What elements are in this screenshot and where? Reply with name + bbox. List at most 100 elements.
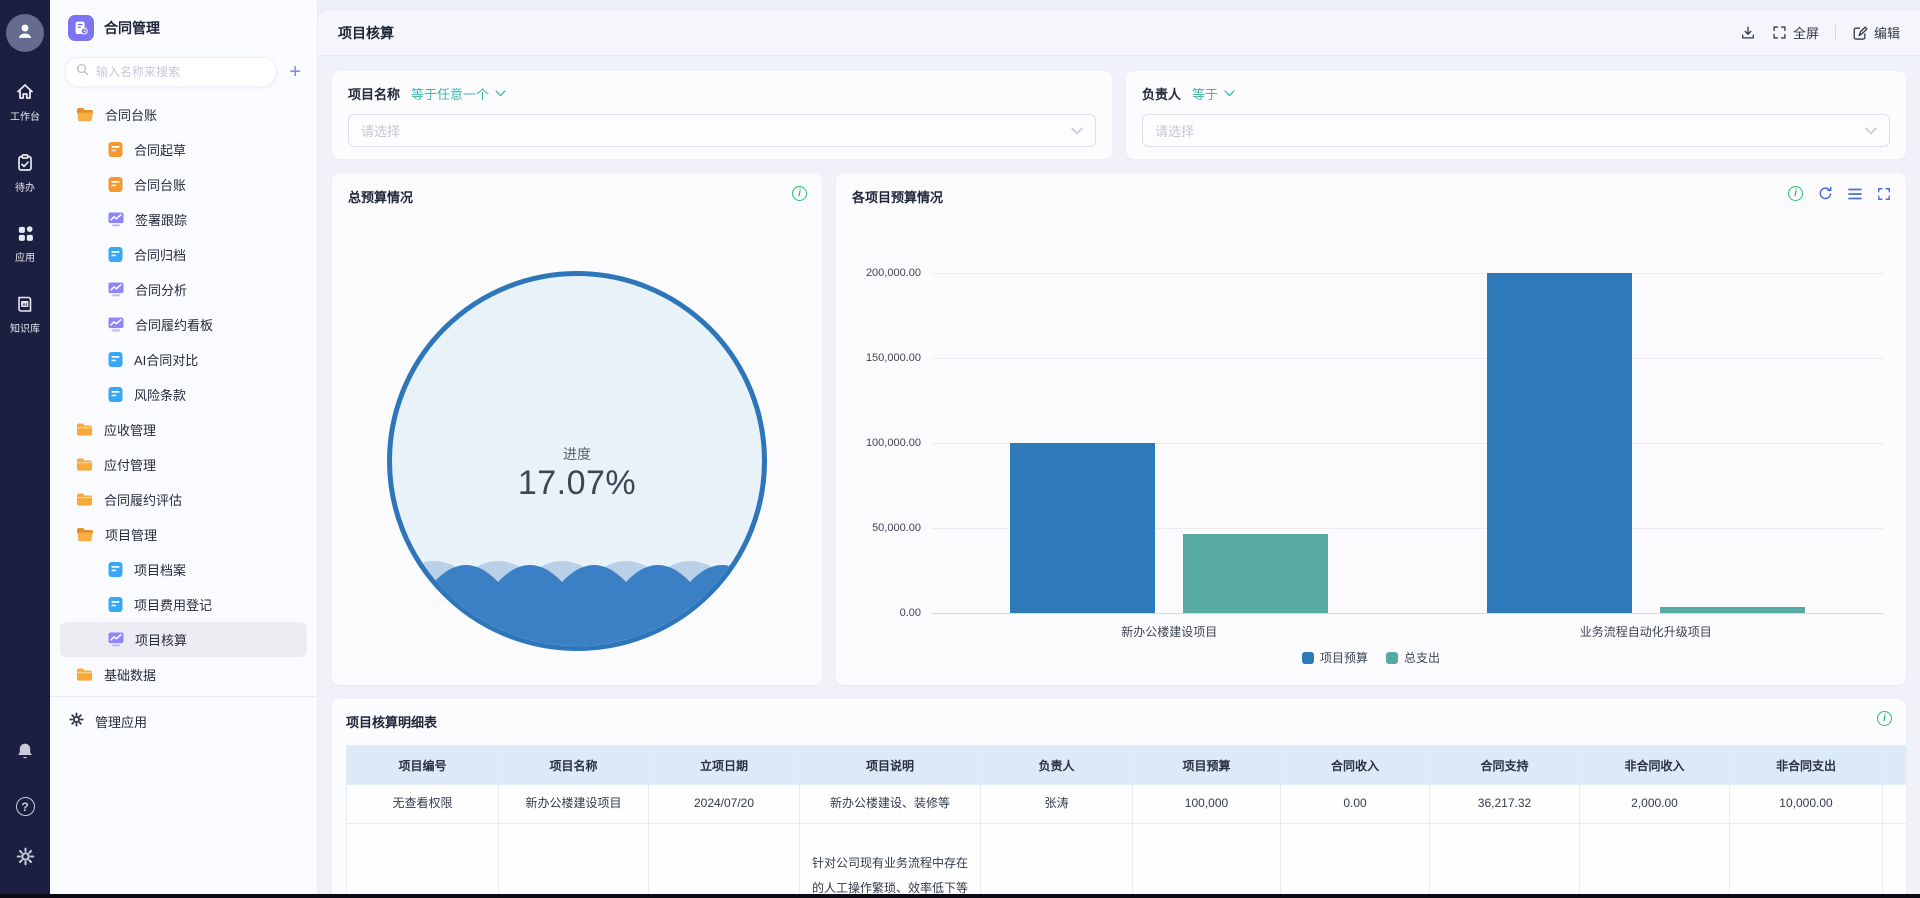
bar-total-expense[interactable] xyxy=(1660,607,1805,613)
folder-open-icon xyxy=(76,107,94,122)
document-icon xyxy=(108,142,123,157)
sidebar-item-label: AI合同对比 xyxy=(134,350,198,369)
sidebar-item-project-management-folder[interactable]: 项目管理 xyxy=(60,517,307,552)
category-label: 业务流程自动化升级项目 xyxy=(1408,623,1885,640)
legend-item-expense[interactable]: 总支出 xyxy=(1386,649,1440,666)
bar-total-expense[interactable] xyxy=(1183,534,1328,613)
rail-item-workbench[interactable]: 工作台 xyxy=(10,82,40,123)
column-header: 项目名称 xyxy=(499,746,649,785)
owner-select[interactable]: 请选择 xyxy=(1142,114,1890,147)
sidebar-search[interactable] xyxy=(64,57,277,87)
column-header: 负责人 xyxy=(981,746,1133,785)
bar-project-budget[interactable] xyxy=(1487,273,1632,613)
table-cell: 张涛 xyxy=(981,785,1133,824)
legend-label: 项目预算 xyxy=(1320,649,1368,666)
rail-item-todo[interactable]: 待办 xyxy=(15,153,35,194)
sidebar-item-signing-tracking[interactable]: 签署跟踪 xyxy=(60,202,307,237)
card-title: 各项目预算情况 xyxy=(852,190,943,205)
sidebar-item-payables-folder[interactable]: 应付管理 xyxy=(60,447,307,482)
sidebar-item-project-archive[interactable]: 项目档案 xyxy=(60,552,307,587)
gear-icon xyxy=(68,711,85,731)
list-icon[interactable] xyxy=(1848,188,1862,200)
accounting-detail-table: 项目编号 项目名称 立项日期 项目说明 负责人 项目预算 合同收入 合同支持 非… xyxy=(346,745,1906,898)
column-header: 非合同支出 xyxy=(1730,746,1883,785)
sidebar-item-project-accounting[interactable]: 项目核算 xyxy=(60,622,307,657)
rail-item-label: 应用 xyxy=(15,249,35,264)
chart-icon xyxy=(108,282,124,297)
sidebar-item-label: 签署跟踪 xyxy=(135,210,187,229)
sidebar-item-contract-draft[interactable]: 合同起草 xyxy=(60,132,307,167)
sidebar-item-contract-archive[interactable]: 合同归档 xyxy=(60,237,307,272)
sidebar-item-contract-ledger[interactable]: 合同台账 xyxy=(60,167,307,202)
filter-operator-dropdown[interactable]: 等于任意一个 xyxy=(411,84,506,103)
filter-operator-dropdown[interactable]: 等于 xyxy=(1192,84,1235,103)
settings-gear-icon[interactable] xyxy=(15,846,36,872)
search-icon xyxy=(76,63,89,81)
chevron-down-icon xyxy=(495,90,506,97)
sidebar-tree: 合同台账 合同起草 合同台账 签署跟踪 合同归档 合同分析 合同履约看板 AI合… xyxy=(50,95,317,692)
table-cell-clipped xyxy=(1883,824,1907,898)
add-button[interactable]: + xyxy=(289,62,301,82)
bar-project-budget[interactable] xyxy=(1010,443,1155,613)
sidebar-item-ai-contract-compare[interactable]: AI合同对比 xyxy=(60,342,307,377)
project-name-select[interactable]: 请选择 xyxy=(348,114,1096,147)
svg-text:AI: AI xyxy=(22,302,27,307)
manage-apps-button[interactable]: 管理应用 xyxy=(50,697,317,731)
table-cell: 无查看权限 xyxy=(347,785,499,824)
info-icon[interactable]: i xyxy=(1788,186,1803,201)
sidebar-item-performance-board[interactable]: 合同履约看板 xyxy=(60,307,307,342)
sidebar-item-contract-analysis[interactable]: 合同分析 xyxy=(60,272,307,307)
total-budget-card: 总预算情况 i 进度 17.07% xyxy=(332,173,822,685)
search-input[interactable] xyxy=(96,65,265,79)
filter-project-name: 项目名称 等于任意一个 请选择 xyxy=(332,71,1112,159)
document-icon xyxy=(108,352,123,367)
fullscreen-button[interactable]: 全屏 xyxy=(1772,23,1819,42)
chevron-down-icon xyxy=(1865,127,1877,135)
info-icon[interactable]: i xyxy=(792,186,807,201)
app-rail: 工作台 待办 应用 AI 知识库 ? xyxy=(0,0,50,898)
help-icon[interactable]: ? xyxy=(16,797,35,816)
edit-icon xyxy=(1852,25,1868,41)
column-header: 立项日期 xyxy=(649,746,800,785)
category-label: 新办公楼建设项目 xyxy=(931,623,1408,640)
y-axis-tick: 100,000.00 xyxy=(866,437,921,449)
user-avatar[interactable] xyxy=(6,14,44,52)
rail-item-label: 知识库 xyxy=(10,320,40,335)
app-title: 合同管理 xyxy=(104,18,160,38)
y-axis-tick: 50,000.00 xyxy=(872,522,921,534)
expand-icon[interactable] xyxy=(1877,187,1891,201)
folder-icon xyxy=(76,667,93,682)
axis-baseline xyxy=(931,613,1884,614)
sidebar-item-base-data-folder[interactable]: 基础数据 xyxy=(60,657,307,692)
card-title: 总预算情况 xyxy=(348,190,413,205)
bell-icon[interactable] xyxy=(15,741,35,767)
edit-button[interactable]: 编辑 xyxy=(1852,23,1900,42)
sidebar-item-label: 项目核算 xyxy=(135,630,187,649)
legend-item-budget[interactable]: 项目预算 xyxy=(1302,649,1368,666)
page-title: 项目核算 xyxy=(338,23,394,43)
table-title: 项目核算明细表 xyxy=(346,715,437,730)
main-area: 项目核算 全屏 编辑 项目 xyxy=(318,0,1920,898)
table-cell xyxy=(347,824,499,898)
sidebar-item-performance-evaluation-folder[interactable]: 合同履约评估 xyxy=(60,482,307,517)
sidebar-item-label: 合同归档 xyxy=(134,245,186,264)
download-icon xyxy=(1740,25,1756,41)
info-icon[interactable]: i xyxy=(1877,711,1892,726)
sidebar-item-risk-clauses[interactable]: 风险条款 xyxy=(60,377,307,412)
rail-bottom: ? xyxy=(15,741,36,898)
sidebar-item-receivables-folder[interactable]: 应收管理 xyxy=(60,412,307,447)
column-header: 项目说明 xyxy=(800,746,981,785)
edit-label: 编辑 xyxy=(1874,23,1900,42)
table-cell: 0.00 xyxy=(1281,785,1430,824)
sidebar-item-project-expense-register[interactable]: 项目费用登记 xyxy=(60,587,307,622)
legend-swatch xyxy=(1302,652,1314,664)
sidebar-item-label: 基础数据 xyxy=(104,665,156,684)
rail-item-knowledge-base[interactable]: AI 知识库 xyxy=(10,294,40,335)
download-button[interactable] xyxy=(1740,25,1756,41)
y-axis-tick: 150,000.00 xyxy=(866,352,921,364)
gauge-value: 17.07% xyxy=(392,464,762,503)
refresh-icon[interactable] xyxy=(1818,186,1833,201)
sidebar-item-contract-ledger-folder[interactable]: 合同台账 xyxy=(60,97,307,132)
rail-item-apps[interactable]: 应用 xyxy=(15,224,35,264)
document-icon xyxy=(108,247,123,262)
